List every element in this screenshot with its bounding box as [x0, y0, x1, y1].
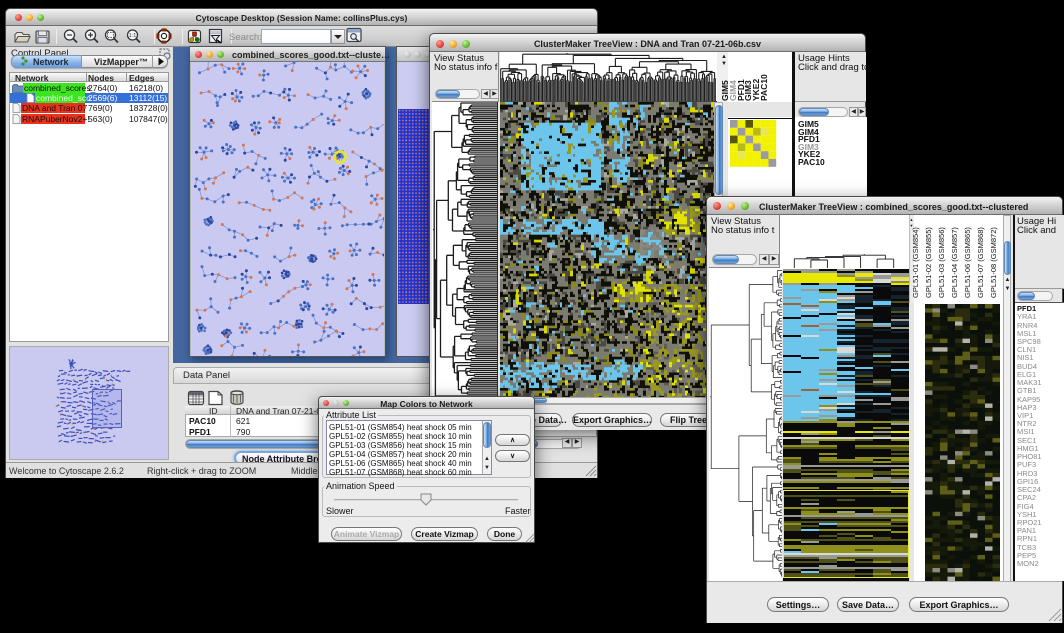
svg-text:1:1: 1:1 — [129, 33, 137, 39]
